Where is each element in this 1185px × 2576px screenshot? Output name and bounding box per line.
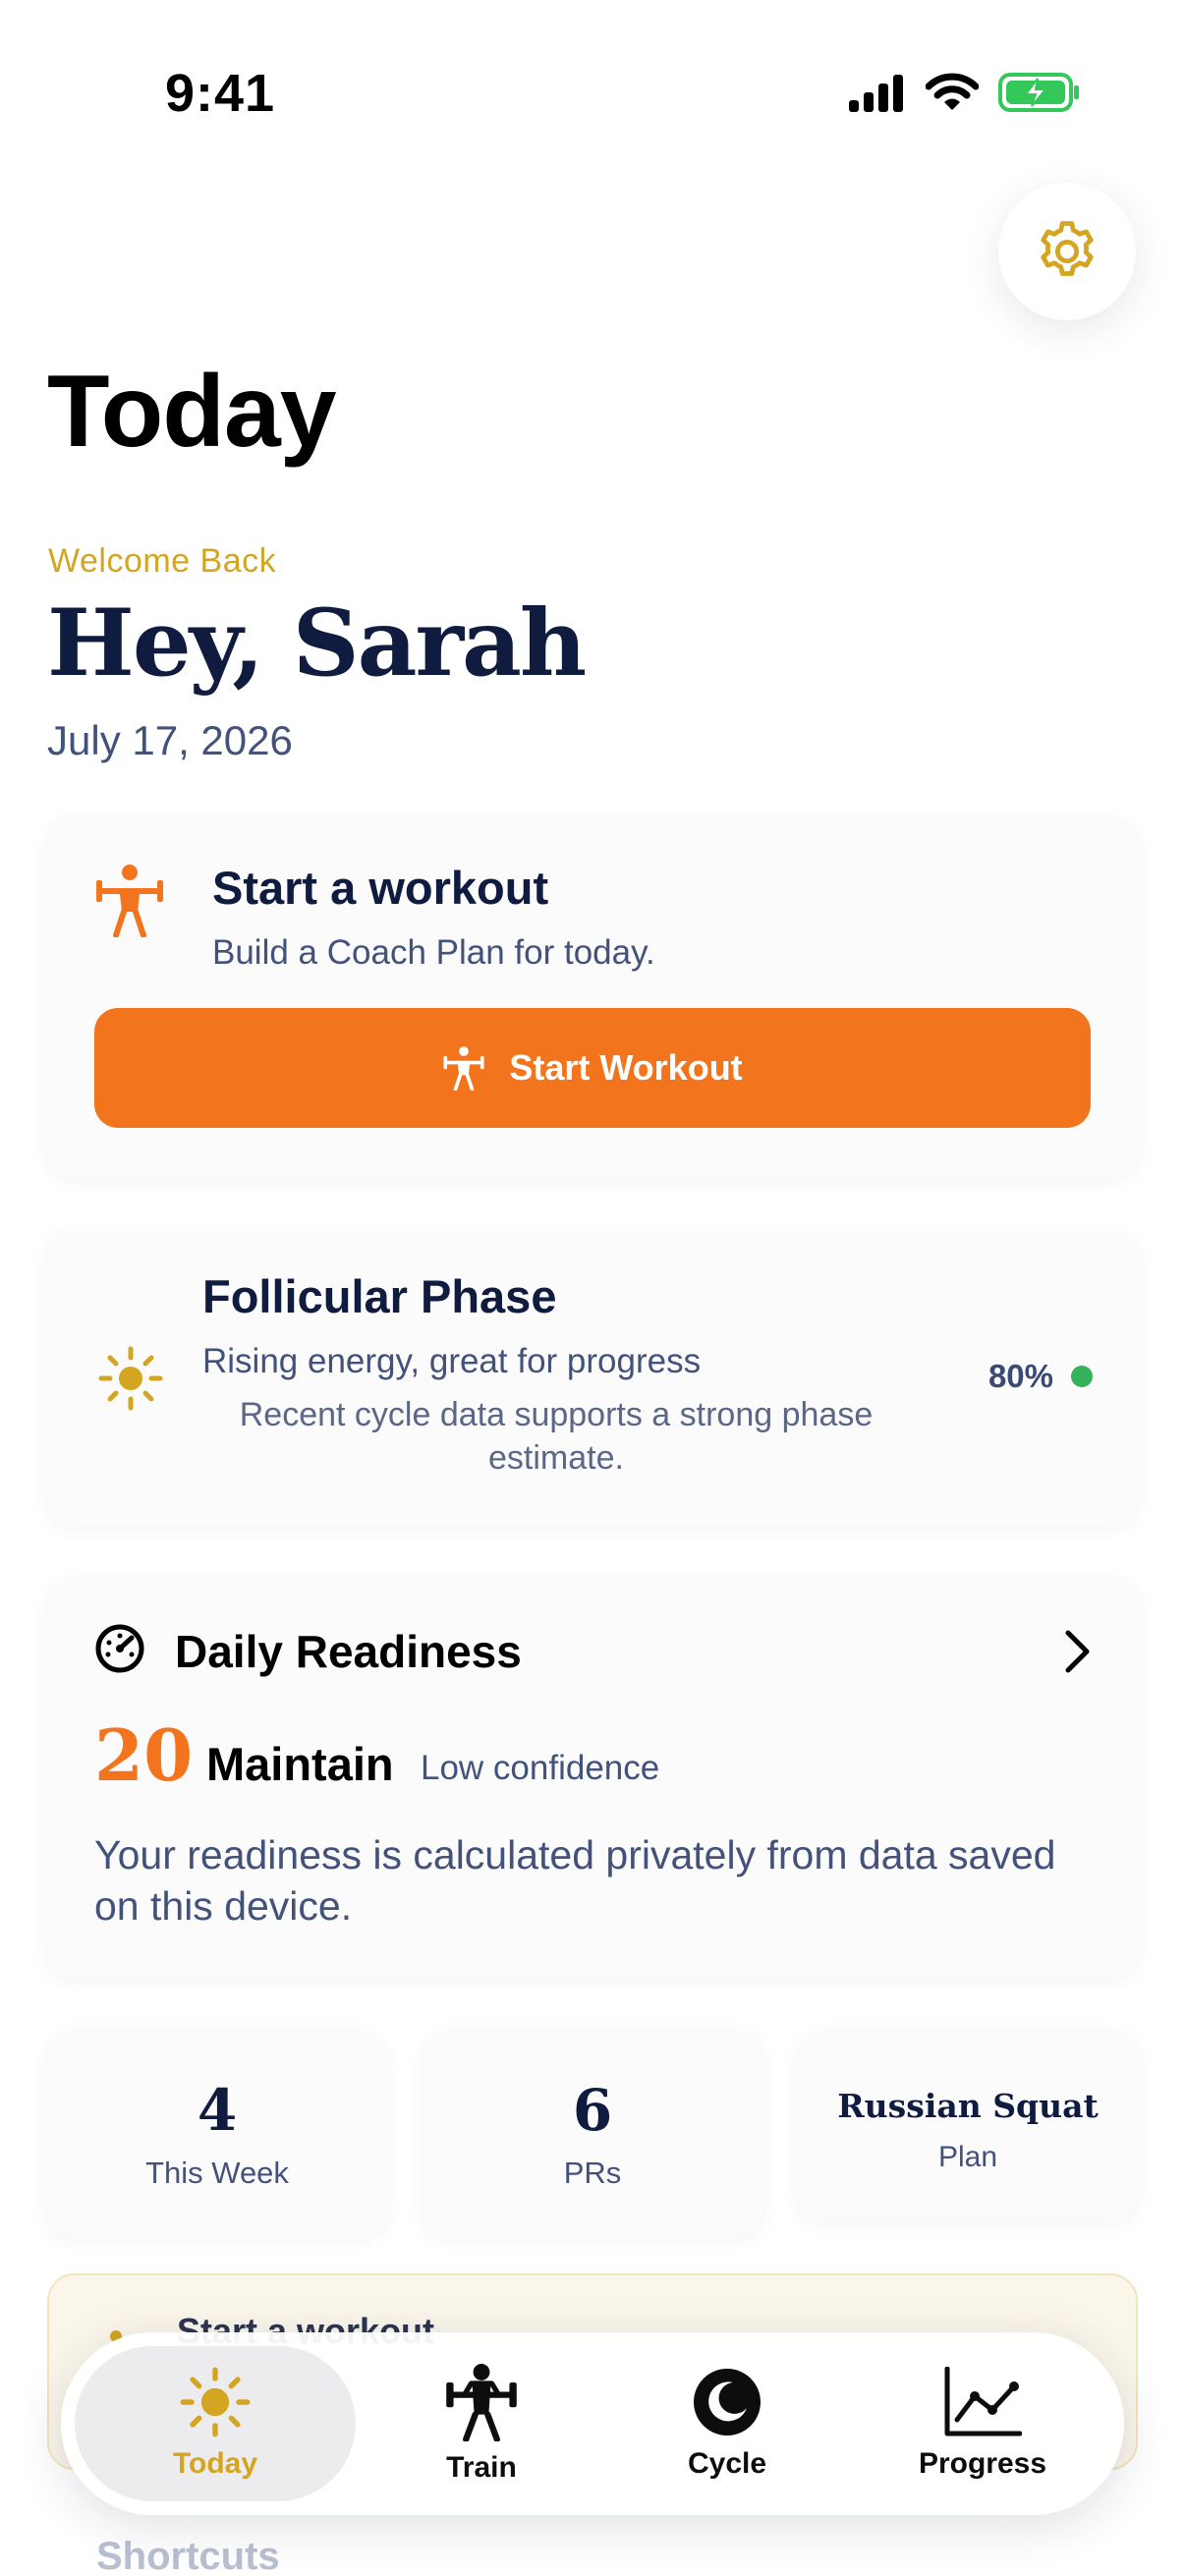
gear-icon [1041, 221, 1094, 276]
readiness-score: 20 [94, 1713, 194, 1797]
current-date: July 17, 2026 [47, 717, 293, 763]
readiness-label: Maintain [206, 1738, 394, 1790]
weightlifter-icon [443, 1046, 484, 1091]
readiness-title: Daily Readiness [175, 1626, 522, 1677]
welcome-eyebrow: Welcome Back [48, 542, 277, 580]
stat-plan[interactable]: Russian Squat Plan [798, 2030, 1138, 2220]
status-bar: 9:41 [0, 0, 1185, 138]
readiness-description: Your readiness is calculated privately f… [94, 1832, 1056, 1929]
stat-label: This Week [145, 2156, 289, 2190]
workout-card-title: Start a workout [212, 862, 549, 914]
page-title: Today [47, 355, 337, 469]
tab-label: Train [446, 2451, 517, 2484]
moon-icon [694, 2369, 761, 2436]
phase-confidence: 80% [988, 1358, 1093, 1395]
sun-icon [180, 2367, 251, 2437]
cellular-signal-icon [849, 75, 903, 112]
shortcuts-heading: Shortcuts [96, 2535, 280, 2576]
tab-label: Progress [918, 2447, 1047, 2480]
greeting: Hey, Sarah [47, 589, 587, 698]
phase-title: Follicular Phase [202, 1270, 557, 1322]
chevron-right-icon [1065, 1630, 1090, 1673]
stat-prs[interactable]: 6 PRs [423, 2030, 762, 2236]
phase-note: Recent cycle data supports a strong phas… [239, 1396, 874, 1477]
start-workout-label: Start Workout [509, 1047, 743, 1088]
tab-progress[interactable]: Progress [857, 2346, 1108, 2501]
tab-label: Cycle [687, 2447, 767, 2480]
weightlifter-icon [446, 2364, 517, 2441]
workout-card-subtitle: Build a Coach Plan for today. [212, 933, 655, 972]
stat-value: 6 [572, 2077, 613, 2144]
tab-label: Today [172, 2447, 258, 2480]
stat-value: 4 [197, 2077, 238, 2144]
stat-this-week[interactable]: 4 This Week [47, 2030, 387, 2236]
settings-button[interactable] [998, 183, 1136, 320]
tab-train[interactable]: Train [366, 2346, 597, 2501]
chart-line-icon [944, 2367, 1022, 2436]
stat-plan-value: Russian Squat [837, 2087, 1099, 2125]
start-workout-button[interactable]: Start Workout [94, 1008, 1091, 1128]
confidence-status-dot [1071, 1366, 1093, 1387]
phase-confidence-value: 80% [988, 1358, 1053, 1394]
start-workout-card: Start a workout Build a Coach Plan for t… [47, 817, 1138, 1177]
status-time: 9:41 [165, 64, 276, 123]
weightlifter-icon [96, 865, 163, 937]
tab-bar: Today Train Cycle Progress [61, 2332, 1124, 2515]
status-icons [847, 73, 1081, 112]
readiness-confidence: Low confidence [421, 1749, 660, 1787]
stat-plan-label: Plan [937, 2141, 998, 2173]
tab-today[interactable]: Today [75, 2346, 356, 2501]
sun-icon [98, 1346, 163, 1411]
wifi-icon [926, 73, 979, 110]
battery-charging-icon [998, 73, 1079, 112]
tab-cycle[interactable]: Cycle [611, 2346, 843, 2501]
gauge-icon [95, 1624, 144, 1673]
daily-readiness-card[interactable]: Daily Readiness 20 Maintain Low confiden… [47, 1578, 1138, 1977]
phase-subtitle: Rising energy, great for progress [202, 1342, 702, 1380]
stat-label: PRs [563, 2156, 622, 2190]
cycle-phase-card[interactable]: Follicular Phase Rising energy, great fo… [47, 1230, 1138, 1525]
